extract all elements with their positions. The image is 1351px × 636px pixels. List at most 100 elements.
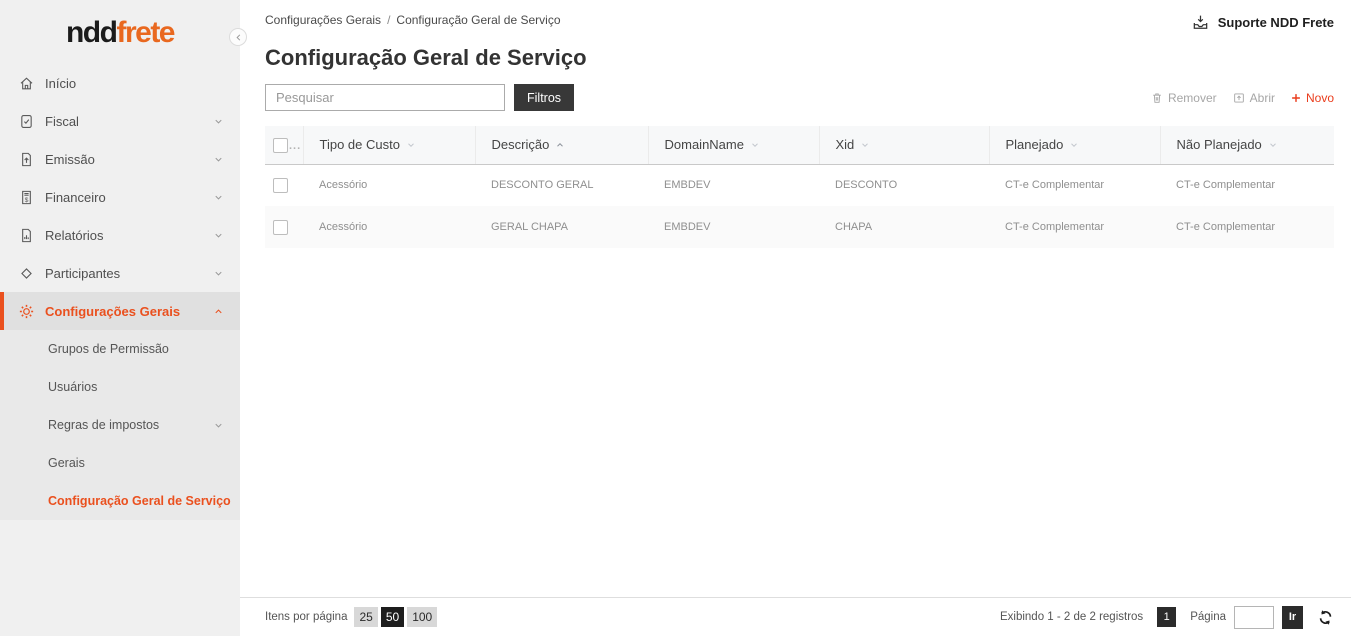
breadcrumb: Configurações Gerais / Configuração Gera… xyxy=(265,13,561,27)
row-checkbox[interactable] xyxy=(273,220,288,235)
row-select-cell xyxy=(265,164,303,206)
sidebar-item-financeiro[interactable]: $ Financeiro xyxy=(0,178,240,216)
fiscal-doc-check-icon xyxy=(18,113,35,130)
sidebar-item-participantes[interactable]: Participantes xyxy=(0,254,240,292)
sort-caret-down-icon xyxy=(1268,140,1278,150)
breadcrumb-link-configuracoes-gerais[interactable]: Configurações Gerais xyxy=(265,13,381,27)
chevron-left-icon xyxy=(234,33,243,42)
trash-icon xyxy=(1150,91,1164,105)
support-link[interactable]: Suporte NDD Frete xyxy=(1191,13,1334,32)
cell-descricao: DESCONTO GERAL xyxy=(475,164,648,206)
diamond-icon xyxy=(18,265,35,282)
cell-xid: CHAPA xyxy=(819,206,989,248)
refresh-icon[interactable] xyxy=(1317,609,1334,626)
column-header-xid[interactable]: Xid xyxy=(819,126,989,164)
column-options-menu[interactable]: ... xyxy=(289,140,301,152)
pagination-footer: Itens por página 25 50 100 Exibindo 1 - … xyxy=(240,597,1351,636)
chevron-up-icon xyxy=(213,306,224,317)
sidebar-item-gerais[interactable]: Gerais xyxy=(0,444,240,482)
services-table: ... Tipo de Custo Descrição DomainName X… xyxy=(265,126,1334,248)
plus-icon xyxy=(1290,92,1302,104)
sidebar-item-regras-de-impostos[interactable]: Regras de impostos xyxy=(0,406,240,444)
row-select-cell xyxy=(265,206,303,248)
chevron-down-icon xyxy=(213,230,224,241)
column-header-planejado[interactable]: Planejado xyxy=(989,126,1160,164)
logo-text-frete: frete xyxy=(116,16,174,49)
sidebar-item-configuracao-geral-de-servico[interactable]: Configuração Geral de Serviço xyxy=(0,482,240,520)
sidebar-item-label: Configurações Gerais xyxy=(45,304,180,319)
sort-caret-down-icon xyxy=(406,140,416,150)
column-header-descricao[interactable]: Descrição xyxy=(475,126,648,164)
ndd-frete-logo: nddfrete xyxy=(0,0,240,50)
sidebar-item-grupos-de-permissao[interactable]: Grupos de Permissão xyxy=(0,330,240,368)
search-input[interactable] xyxy=(265,84,505,111)
cell-nao-planejado: CT-e Complementar xyxy=(1160,206,1334,248)
go-button[interactable]: Ir xyxy=(1282,606,1303,629)
sidebar-item-label: Financeiro xyxy=(45,190,106,205)
column-header-nao-planejado[interactable]: Não Planejado xyxy=(1160,126,1334,164)
page-number-input[interactable] xyxy=(1234,606,1274,629)
sidebar-item-label: Fiscal xyxy=(45,114,79,129)
doc-chart-icon xyxy=(18,227,35,244)
column-header-domainname[interactable]: DomainName xyxy=(648,126,819,164)
open-button[interactable]: Abrir xyxy=(1232,91,1275,105)
controls-row: Filtros Remover Abrir Novo xyxy=(265,84,1334,111)
table-row[interactable]: Acessório DESCONTO GERAL EMBDEV DESCONTO… xyxy=(265,164,1334,206)
sidebar-item-relatorios[interactable]: Relatórios xyxy=(0,216,240,254)
table-header-row: ... Tipo de Custo Descrição DomainName X… xyxy=(265,126,1334,164)
cell-planejado: CT-e Complementar xyxy=(989,206,1160,248)
sidebar-item-label: Usuários xyxy=(48,380,97,394)
sort-caret-down-icon xyxy=(1069,140,1079,150)
sidebar-item-label: Gerais xyxy=(48,456,85,470)
sort-caret-down-icon xyxy=(750,140,760,150)
table-row[interactable]: Acessório GERAL CHAPA EMBDEV CHAPA CT-e … xyxy=(265,206,1334,248)
sidebar-item-fiscal[interactable]: Fiscal xyxy=(0,102,240,140)
page-size-25-button[interactable]: 25 xyxy=(354,607,377,627)
sidebar: nddfrete Início Fiscal Emissão xyxy=(0,0,240,636)
sidebar-item-emissao[interactable]: Emissão xyxy=(0,140,240,178)
sidebar-item-label: Relatórios xyxy=(45,228,104,243)
column-header-tipo-de-custo[interactable]: Tipo de Custo xyxy=(303,126,475,164)
cell-planejado: CT-e Complementar xyxy=(989,164,1160,206)
sidebar-item-label: Grupos de Permissão xyxy=(48,342,169,356)
chevron-down-icon xyxy=(213,154,224,165)
cell-nao-planejado: CT-e Complementar xyxy=(1160,164,1334,206)
sidebar-item-label: Regras de impostos xyxy=(48,418,159,432)
page-size-100-button[interactable]: 100 xyxy=(407,607,437,627)
chevron-down-icon xyxy=(213,420,224,431)
logo-text-ndd: ndd xyxy=(66,16,116,49)
select-all-header-cell: ... xyxy=(265,126,303,164)
open-label: Abrir xyxy=(1250,91,1275,105)
inbox-tray-icon xyxy=(1191,13,1210,32)
sidebar-item-inicio[interactable]: Início xyxy=(0,64,240,102)
sidebar-collapse-button[interactable] xyxy=(229,28,247,46)
cell-xid: DESCONTO xyxy=(819,164,989,206)
filters-button[interactable]: Filtros xyxy=(514,84,574,111)
new-label: Novo xyxy=(1306,91,1334,105)
main-content: Configurações Gerais / Configuração Gera… xyxy=(240,0,1351,636)
new-button[interactable]: Novo xyxy=(1290,91,1334,105)
chevron-down-icon xyxy=(213,116,224,127)
remove-button[interactable]: Remover xyxy=(1150,91,1217,105)
open-window-icon xyxy=(1232,91,1246,105)
page-size-50-button[interactable]: 50 xyxy=(381,607,404,627)
configuracoes-gerais-submenu: Grupos de Permissão Usuários Regras de i… xyxy=(0,330,240,520)
sidebar-item-label: Participantes xyxy=(45,266,120,281)
row-checkbox[interactable] xyxy=(273,178,288,193)
sidebar-item-configuracoes-gerais[interactable]: Configurações Gerais xyxy=(0,292,240,330)
cell-descricao: GERAL CHAPA xyxy=(475,206,648,248)
sidebar-item-usuarios[interactable]: Usuários xyxy=(0,368,240,406)
cell-tipo-de-custo: Acessório xyxy=(303,206,475,248)
chevron-down-icon xyxy=(213,268,224,279)
svg-text:$: $ xyxy=(25,196,29,203)
select-all-checkbox[interactable] xyxy=(273,138,288,153)
current-page-button[interactable]: 1 xyxy=(1157,607,1176,627)
sidebar-item-label: Emissão xyxy=(45,152,95,167)
gear-icon xyxy=(18,303,35,320)
doc-dollar-icon: $ xyxy=(18,189,35,206)
page-label: Página xyxy=(1190,611,1226,623)
sidebar-item-label: Início xyxy=(45,76,76,91)
sort-caret-down-icon xyxy=(860,140,870,150)
cell-tipo-de-custo: Acessório xyxy=(303,164,475,206)
home-icon xyxy=(18,75,35,92)
